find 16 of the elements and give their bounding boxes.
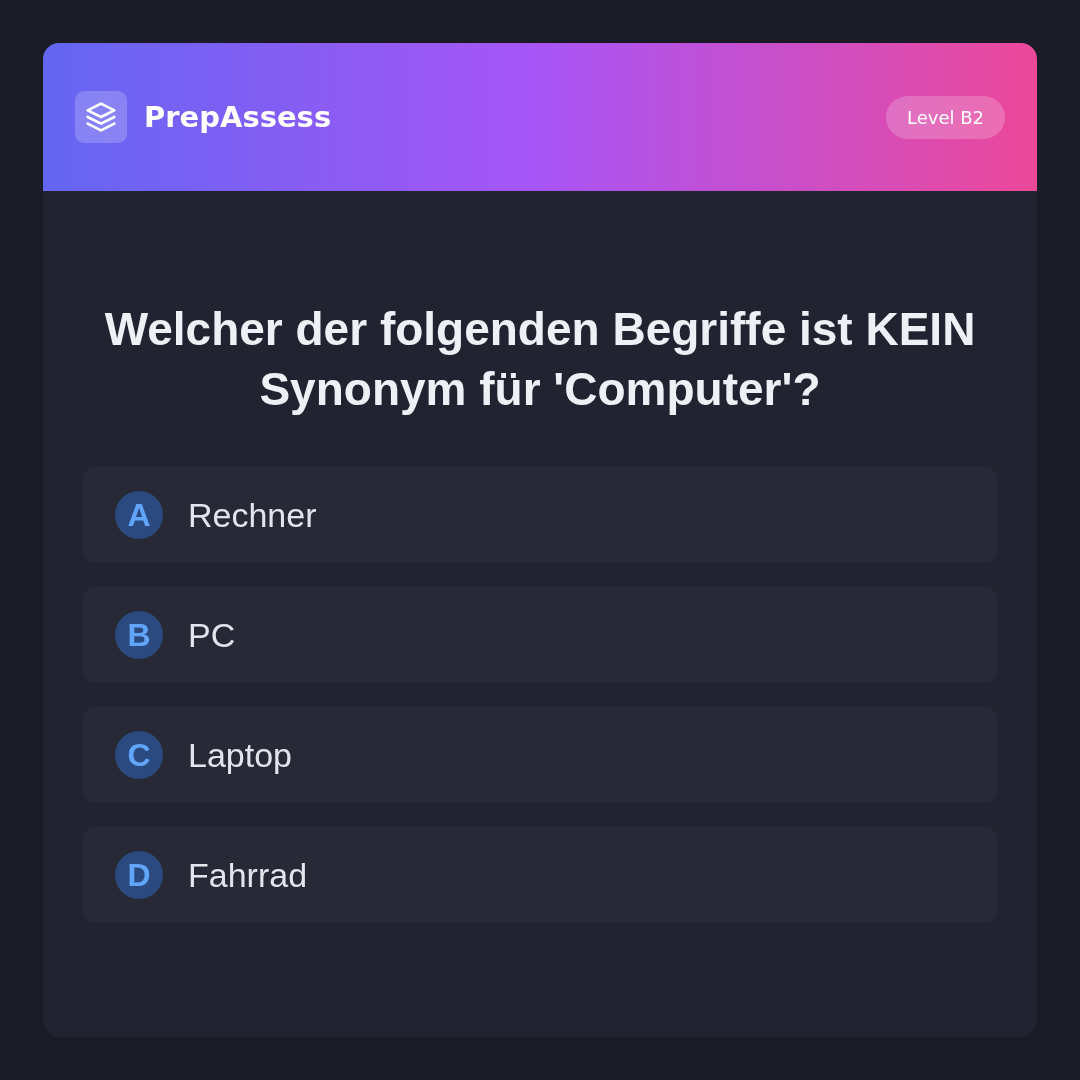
option-text: Rechner [188, 495, 317, 535]
option-text: Laptop [188, 735, 292, 775]
answer-option[interactable]: D Fahrrad [83, 827, 997, 923]
answer-option[interactable]: B PC [83, 587, 997, 683]
option-letter: D [115, 851, 163, 899]
level-badge: Level B2 [885, 95, 1005, 139]
layers-icon [75, 91, 127, 143]
option-letter: C [115, 731, 163, 779]
question-text: Welcher der folgenden Begriffe ist KEIN Synonym für 'Computer'? [103, 302, 977, 417]
option-text: PC [188, 615, 236, 655]
answer-option[interactable]: A Rechner [83, 467, 997, 563]
answer-option[interactable]: C Laptop [83, 707, 997, 803]
option-letter: B [115, 611, 163, 659]
brand-name: PrepAssess [144, 100, 332, 134]
option-letter: A [115, 491, 163, 539]
option-text: Fahrrad [188, 855, 308, 895]
